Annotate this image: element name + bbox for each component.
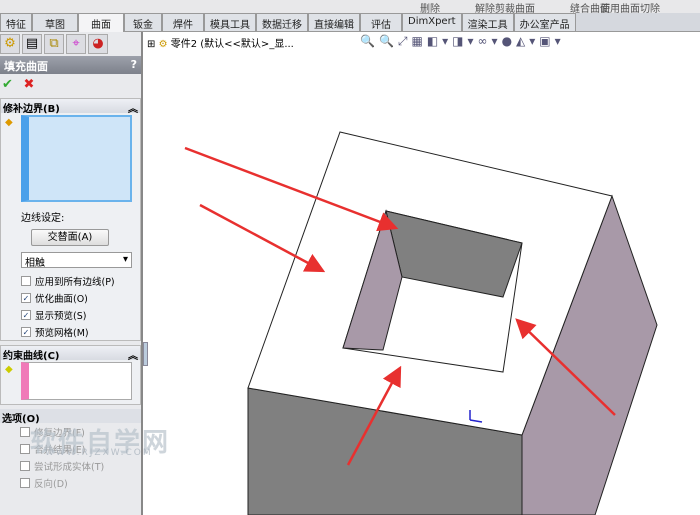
try-form-solid-checkbox[interactable]: 尝试形成实体(T): [0, 457, 141, 474]
reverse-checkbox[interactable]: 反向(D): [0, 474, 141, 491]
show-preview-checkbox[interactable]: ✓ 显示预览(S): [1, 306, 140, 323]
alternate-face-button[interactable]: 交替面(A): [31, 229, 109, 246]
select-value: 相触: [25, 258, 45, 269]
model-viewport: [184, 131, 658, 515]
watermark-url: WWW.RJZXW.COM: [45, 448, 153, 458]
tab-sheetmetal[interactable]: 钣金: [124, 13, 162, 31]
config-manager-icon[interactable]: ⧉: [44, 34, 64, 54]
tab-features[interactable]: 特征: [0, 13, 32, 31]
section-title: 选项(O): [2, 414, 40, 425]
section-title: 约束曲线(C): [3, 351, 60, 362]
tab-evaluate[interactable]: 评估: [360, 13, 402, 31]
help-icon[interactable]: ?: [131, 58, 137, 72]
curve-icon: ◆: [5, 364, 13, 375]
title-text: 填充曲面: [4, 60, 48, 73]
patch-boundary-section: 修补边界(B) ︽ ◆ 边线设定: 交替面(A) 相触 ▾ 应用到所有边线(P) ✓…: [0, 98, 141, 341]
panel-title: 填充曲面?: [0, 56, 141, 74]
tab-direct-edit[interactable]: 直接编辑: [308, 13, 360, 31]
tab-render-tools[interactable]: 渲染工具: [461, 13, 514, 31]
collapse-panel-handle[interactable]: [143, 342, 148, 366]
property-manager-icon[interactable]: ▤: [22, 34, 42, 54]
edge-icon: ◆: [5, 117, 13, 128]
checkbox-label: 优化曲面(O): [35, 293, 88, 305]
checkbox-label: 预览网格(M): [35, 327, 89, 339]
ribbon: 缝合曲面 删除 解除剪裁曲面 使用曲面切除: [0, 0, 700, 15]
contact-select[interactable]: 相触 ▾: [21, 252, 132, 269]
display-manager-icon[interactable]: ◕: [88, 34, 108, 54]
feature-tree-icon[interactable]: ⚙: [0, 34, 20, 54]
section-title: 修补边界(B): [3, 104, 60, 115]
checkbox-label: 应用到所有边线(P): [35, 276, 115, 288]
graphics-area[interactable]: ⊞ ⚙ 零件2 (默认<<默认>_显... 🔍🔍⤢▦◧▾◨▾∞▾●◭▾▣▾: [143, 32, 700, 515]
ok-button[interactable]: ✔: [2, 77, 13, 92]
tab-surfaces[interactable]: 曲面: [78, 13, 124, 33]
edge-settings-label: 边线设定:: [21, 213, 65, 224]
tab-weldments[interactable]: 焊件: [162, 13, 204, 31]
preview-mesh-checkbox[interactable]: ✓ 预览网格(M): [1, 323, 140, 340]
dimxpert-icon[interactable]: ⌖: [66, 34, 86, 54]
collapse-icon[interactable]: ︽: [128, 347, 138, 362]
checkbox-label: 显示预览(S): [35, 310, 87, 322]
checkbox-label: 反向(D): [34, 478, 68, 490]
collapse-icon[interactable]: ︽: [128, 100, 138, 115]
tab-office-products[interactable]: 办公室产品: [513, 13, 576, 31]
tab-dimxpert[interactable]: DimXpert: [402, 13, 462, 31]
edge-selection-list[interactable]: [21, 115, 132, 202]
dropdown-arrow-icon: ▾: [122, 254, 128, 265]
constraint-curves-section: 约束曲线(C) ︽ ◆: [0, 345, 141, 405]
tab-sketch[interactable]: 草图: [32, 13, 78, 31]
cancel-button[interactable]: ✖: [23, 77, 34, 92]
command-tabs: 特征 草图 曲面 钣金 焊件 模具工具 数据迁移 直接编辑 评估 DimXper…: [0, 13, 700, 33]
tab-data-migration[interactable]: 数据迁移: [256, 13, 308, 31]
curve-selection-list[interactable]: [21, 362, 132, 400]
tab-mold-tools[interactable]: 模具工具: [204, 13, 256, 31]
optimize-surface-checkbox[interactable]: ✓ 优化曲面(O): [1, 289, 140, 306]
checkbox-label: 尝试形成实体(T): [34, 461, 105, 473]
apply-all-edges-checkbox[interactable]: 应用到所有边线(P): [1, 272, 140, 289]
